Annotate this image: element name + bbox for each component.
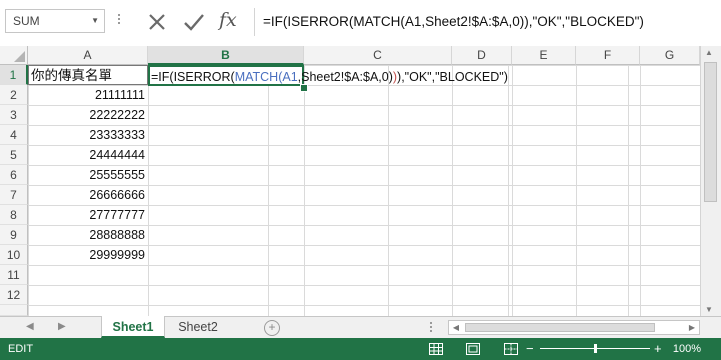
cell-a7[interactable]: 26666666 xyxy=(28,185,148,205)
row-header-7[interactable]: 7 xyxy=(0,185,28,205)
cell-a1[interactable]: 你的傳真名單 xyxy=(28,65,148,85)
row-header-11[interactable]: 11 xyxy=(0,265,28,285)
tab-sheet1[interactable]: Sheet1 xyxy=(101,316,165,338)
formula-part: =IF(ISERROR( xyxy=(151,70,235,84)
status-mode: EDIT xyxy=(8,343,34,355)
zoom-out-button[interactable]: − xyxy=(526,338,534,360)
zoom-level[interactable]: 100% xyxy=(673,338,701,360)
column-header-d[interactable]: D xyxy=(452,46,512,65)
cell-a2[interactable]: 21111111 xyxy=(28,85,148,105)
cell-a5[interactable]: 24444444 xyxy=(28,145,148,165)
zoom-slider-knob[interactable] xyxy=(594,344,597,353)
cell-a4[interactable]: 23333333 xyxy=(28,125,148,145)
row-header-3[interactable]: 3 xyxy=(0,105,28,125)
cell-a3[interactable]: 22222222 xyxy=(28,105,148,125)
row-header-12[interactable]: 12 xyxy=(0,285,28,305)
row-header-8[interactable]: 8 xyxy=(0,205,28,225)
scroll-up-icon[interactable]: ▲ xyxy=(705,48,713,57)
name-box[interactable]: SUM ▼ xyxy=(5,9,105,33)
horizontal-scroll-thumb[interactable] xyxy=(465,323,655,332)
sheet-tab-bar: ◀ ▶ Sheet1 Sheet2 + ◀ ▶ xyxy=(0,316,721,339)
scroll-right-icon[interactable]: ▶ xyxy=(685,321,699,334)
tab-splitter-icon[interactable] xyxy=(430,322,432,332)
vertical-scroll-thumb[interactable] xyxy=(704,62,717,202)
page-layout-view-icon[interactable] xyxy=(466,343,480,355)
row-header-2[interactable]: 2 xyxy=(0,85,28,105)
column-header-g[interactable]: G xyxy=(640,46,700,65)
formula-bar-splitter-icon[interactable] xyxy=(118,14,120,30)
tab-scroll-right-icon[interactable]: ▶ xyxy=(58,321,66,332)
formula-part: ),"OK","BLOCKED") xyxy=(397,70,508,84)
fx-icon[interactable]: fx xyxy=(219,9,243,33)
formula-part: MATCH( xyxy=(234,70,283,84)
page-break-preview-icon[interactable] xyxy=(504,343,518,355)
checkmark-icon[interactable] xyxy=(182,10,206,34)
row-header-4[interactable]: 4 xyxy=(0,125,28,145)
row-header-1[interactable]: 1 xyxy=(0,65,28,85)
name-box-value: SUM xyxy=(13,14,40,28)
column-header-e[interactable]: E xyxy=(512,46,576,65)
cell-a6[interactable]: 25555555 xyxy=(28,165,148,185)
row-header-10[interactable]: 10 xyxy=(0,245,28,265)
scroll-left-icon[interactable]: ◀ xyxy=(449,321,463,334)
worksheet-grid[interactable]: A B C D E F G 1 2 3 4 5 6 7 8 9 10 11 12… xyxy=(0,46,700,316)
formula-part: ,Sheet2!$A:$A,0) xyxy=(297,70,393,84)
cancel-x-icon[interactable] xyxy=(145,10,169,34)
formula-text: =IF(ISERROR(MATCH(A1,Sheet2!$A:$A,0)),"O… xyxy=(263,14,644,29)
formula-ref-a1: A1 xyxy=(282,70,298,84)
cell-a10[interactable]: 29999999 xyxy=(28,245,148,265)
row-header-6[interactable]: 6 xyxy=(0,165,28,185)
tab-scroll-left-icon[interactable]: ◀ xyxy=(26,321,34,332)
cell-b1-editing[interactable]: =IF(ISERROR(MATCH(A1,Sheet2!$A:$A,0))),"… xyxy=(148,65,508,86)
cell-a9[interactable]: 28888888 xyxy=(28,225,148,245)
normal-view-icon[interactable] xyxy=(429,343,443,355)
formula-input[interactable]: =IF(ISERROR(MATCH(A1,Sheet2!$A:$A,0)),"O… xyxy=(254,8,720,36)
tab-sheet2[interactable]: Sheet2 xyxy=(166,316,230,338)
vertical-scrollbar[interactable]: ▲ ▼ xyxy=(700,46,721,316)
row-header-5[interactable]: 5 xyxy=(0,145,28,165)
fill-handle[interactable] xyxy=(300,84,308,92)
cell-a8[interactable]: 27777777 xyxy=(28,205,148,225)
row-header-9[interactable]: 9 xyxy=(0,225,28,245)
column-header-b[interactable]: B xyxy=(148,46,304,65)
row-header-13[interactable] xyxy=(0,305,28,316)
column-header-f[interactable]: F xyxy=(576,46,640,65)
formula-bar-area: SUM ▼ fx =IF(ISERROR(MATCH(A1,Sheet2!$A:… xyxy=(0,0,721,47)
zoom-in-button[interactable]: + xyxy=(654,338,662,360)
select-all-corner[interactable] xyxy=(0,46,28,65)
horizontal-scrollbar[interactable]: ◀ ▶ xyxy=(448,320,700,335)
column-header-c[interactable]: C xyxy=(304,46,452,65)
column-header-a[interactable]: A xyxy=(28,46,148,65)
chevron-down-icon[interactable]: ▼ xyxy=(91,10,99,32)
status-bar: EDIT − + 100% xyxy=(0,338,721,360)
scroll-down-icon[interactable]: ▼ xyxy=(705,305,713,314)
add-sheet-icon[interactable]: + xyxy=(264,320,280,336)
